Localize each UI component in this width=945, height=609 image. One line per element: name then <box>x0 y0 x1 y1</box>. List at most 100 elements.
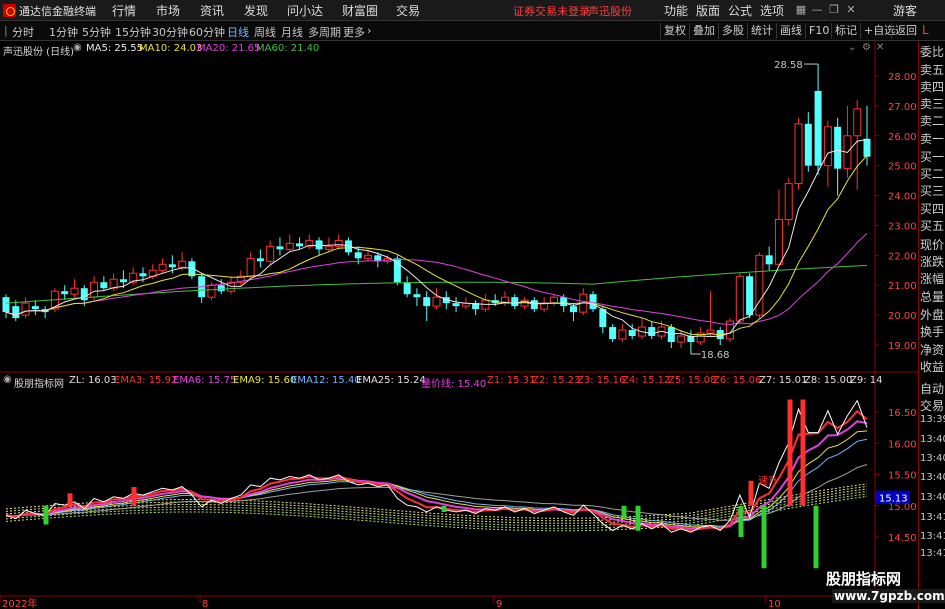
statistics-button[interactable]: 统计 <box>747 23 773 39</box>
minimize-icon[interactable]: — <box>809 2 825 18</box>
candle-body <box>618 329 627 340</box>
side-panel-item: 卖二 <box>920 114 945 128</box>
candle-body <box>207 284 216 298</box>
side-panel-item: 现价 <box>920 238 945 252</box>
speed-up-signal: 速升 <box>758 475 778 487</box>
candle-body <box>569 306 577 313</box>
back-button[interactable]: 返回 <box>891 23 917 39</box>
menu-quotes[interactable]: 行情 <box>112 2 136 19</box>
period-1min[interactable]: 1分钟 <box>49 24 78 40</box>
candle-body <box>364 254 373 259</box>
volume-price-label: 量价线: 15.40 <box>421 379 487 390</box>
collapse-icon[interactable]: ⌄ <box>848 42 856 53</box>
indicator-settings-icon[interactable]: ◉ <box>3 374 12 385</box>
period-monthly[interactable]: 月线 <box>281 24 303 40</box>
candle-body <box>648 327 656 337</box>
y-tick-label: 24.00 <box>888 192 917 203</box>
side-panel-item: 13:40 <box>920 453 945 464</box>
period-60min[interactable]: 60分钟 <box>189 24 225 40</box>
menu-layout[interactable]: 版面 <box>696 2 720 19</box>
add-watchlist-button[interactable]: +自选 <box>860 23 895 39</box>
settings-gear-icon[interactable]: ⚙ <box>862 42 871 53</box>
side-panel-item: 买二 <box>920 167 945 181</box>
x-tick-label: 2022年 <box>2 597 37 609</box>
period-15min[interactable]: 15分钟 <box>115 24 151 40</box>
side-panel-item: 总量 <box>920 290 945 304</box>
candle-body <box>530 300 538 310</box>
indicator-y-tick-label: 16.00 <box>888 439 917 450</box>
candle-body <box>158 263 167 271</box>
candle-body <box>823 126 832 167</box>
candle-body <box>90 281 99 298</box>
candle-body <box>168 264 176 268</box>
period-30min[interactable]: 30分钟 <box>152 24 188 40</box>
candle-body <box>12 306 20 319</box>
settings-circle-icon[interactable]: ◉ <box>73 42 82 53</box>
menu-discover[interactable]: 发现 <box>244 2 268 19</box>
candle-body <box>139 273 147 277</box>
candle-body <box>31 306 39 310</box>
indicator-title: 股朋指标网 <box>14 379 64 390</box>
signal-bar <box>748 480 754 506</box>
candle-body <box>2 297 10 313</box>
menu-xiaoda[interactable]: 问小达 <box>287 2 323 19</box>
chart-close-icon[interactable]: ✕ <box>876 42 884 53</box>
z9-label: Z9: 14 <box>850 375 883 386</box>
z7-label: Z7: 15.01 <box>759 375 808 386</box>
period-intraday[interactable]: 分时 <box>12 24 34 40</box>
adjust-button[interactable]: 复权 <box>660 23 686 39</box>
candle-body <box>432 296 441 307</box>
current-value-text: 15.13 <box>879 494 908 505</box>
axes-layer: 28.00 27.00 26.00 25.00 24.00 23.00 22.00 21.00… <box>0 41 918 609</box>
menu-formula[interactable]: 公式 <box>728 2 752 19</box>
menu-market[interactable]: 市场 <box>156 2 180 19</box>
candle-body <box>61 291 69 295</box>
y-tick-label: 21.00 <box>888 281 917 292</box>
candle-body <box>628 330 636 337</box>
mark-button[interactable]: 标记 <box>831 23 857 39</box>
title-bar: 通达信金融终端 行情 市场 资讯 发现 问小达 财富圈 交易 证券交易未登录 声… <box>0 0 945 21</box>
period-more[interactable]: 更多 <box>343 24 365 40</box>
period-weekly[interactable]: 周线 <box>254 24 276 40</box>
y-tick-label: 19.00 <box>888 341 917 352</box>
period-daily[interactable]: 日线 <box>227 24 249 40</box>
y-tick-label: 20.00 <box>888 311 917 322</box>
side-panel-item: 委比 <box>920 45 945 59</box>
candle-body <box>246 257 255 277</box>
candle-body <box>266 245 275 262</box>
separator-icon: | <box>4 24 8 37</box>
chart-area[interactable]: 28.00 27.00 26.00 25.00 24.00 23.00 22.00 21.00… <box>0 41 918 609</box>
ma10-label: MA10: 24.03 <box>139 43 203 54</box>
candle-body <box>735 275 744 322</box>
close-icon[interactable]: ✕ <box>843 2 859 18</box>
menu-function[interactable]: 功能 <box>664 2 688 19</box>
kline-chart-svg[interactable]: 28.00 27.00 26.00 25.00 24.00 23.00 22.00 21.00… <box>0 41 918 609</box>
overlay-button[interactable]: 叠加 <box>689 23 715 39</box>
draw-line-button[interactable]: 画线 <box>776 23 802 39</box>
restore-icon[interactable]: ❐ <box>826 2 842 18</box>
side-panel-item: 13:41 <box>920 548 945 559</box>
side-panel-item: 卖五 <box>920 63 945 77</box>
ma20-label: MA20: 21.65 <box>197 43 261 54</box>
menu-news[interactable]: 资讯 <box>200 2 224 19</box>
stock-name-label: 声迅股份 <box>588 5 632 18</box>
candle-body <box>784 183 793 220</box>
guest-user[interactable]: 游客 <box>893 2 917 19</box>
period-5min[interactable]: 5分钟 <box>82 24 111 40</box>
chevron-right-icon[interactable]: › <box>367 24 371 37</box>
trading-terminal-window: 通达信金融终端 行情 市场 资讯 发现 问小达 财富圈 交易 证券交易未登录 声… <box>0 0 945 609</box>
menu-options[interactable]: 选项 <box>760 2 784 19</box>
grid-icon[interactable]: ▦ <box>793 2 809 18</box>
x-tick-label: 8 <box>202 599 208 609</box>
f10-button[interactable]: F10 <box>805 23 829 39</box>
period-multi[interactable]: 多周期 <box>308 24 341 40</box>
low-price-label: 18.68 <box>701 350 730 361</box>
login-notice[interactable]: 证券交易未登录 <box>513 3 590 19</box>
y-tick-label: 22.00 <box>888 251 917 262</box>
candle-body <box>863 138 871 157</box>
zl-label: ZL: 16.03 <box>69 375 117 386</box>
menu-trade[interactable]: 交易 <box>396 2 420 19</box>
ema9-label: EMA9: 15.60 <box>233 375 297 386</box>
menu-wealth-circle[interactable]: 财富圈 <box>342 2 378 19</box>
multi-stock-button[interactable]: 多股 <box>718 23 744 39</box>
